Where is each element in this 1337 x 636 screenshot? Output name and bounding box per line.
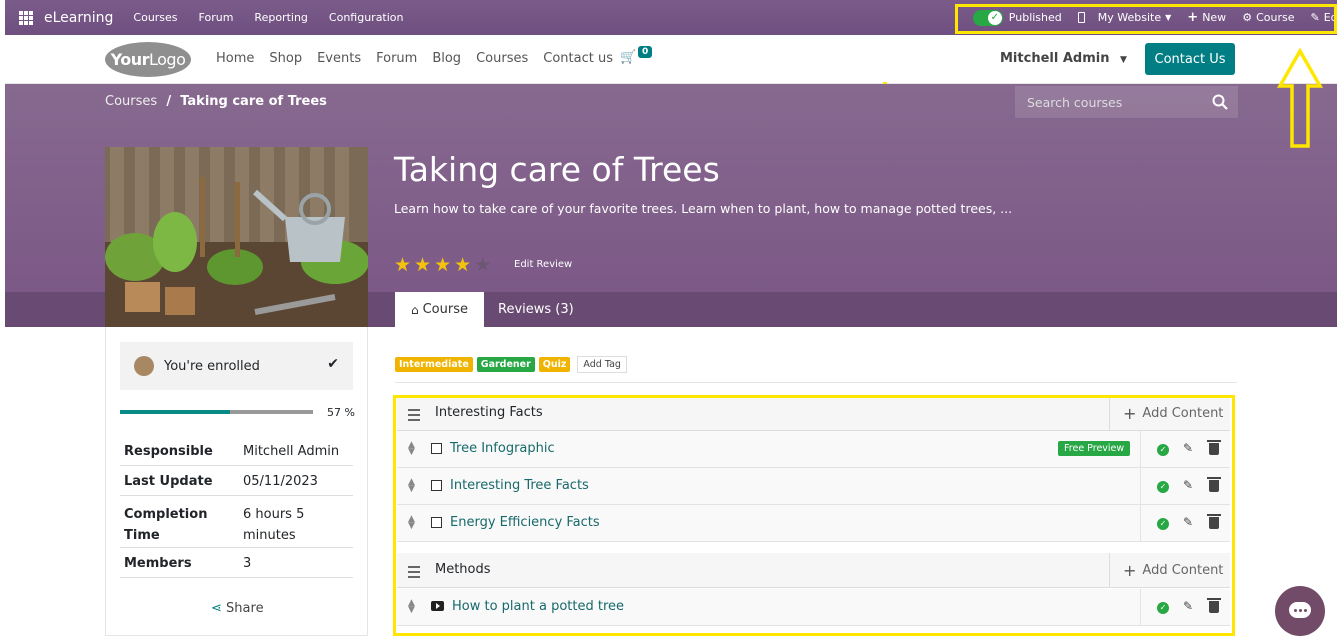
search-placeholder: Search courses <box>1027 94 1123 110</box>
site-logo[interactable]: Your Logo <box>105 42 191 77</box>
tag-quiz: Quiz <box>538 357 571 372</box>
checkmark-icon: ✔ <box>327 356 339 372</box>
share-icon: ⋖ <box>211 601 222 616</box>
enrolled-status: You're enrolled ✔ <box>120 342 353 390</box>
info-row-members: Members 3 <box>120 548 353 578</box>
admin-menu-reporting[interactable]: Reporting <box>254 11 307 24</box>
star-icon: ★ <box>414 254 432 276</box>
info-row-responsible: Responsible Mitchell Admin <box>120 436 353 466</box>
rating-stars: ★ ★ ★ ★ ★ <box>394 256 494 275</box>
star-icon: ★ <box>434 254 452 276</box>
share-label: Share <box>226 601 264 616</box>
info-key: Members <box>124 556 192 571</box>
chat-icon <box>1289 602 1311 618</box>
avatar <box>134 356 154 376</box>
nav-events[interactable]: Events <box>317 51 361 66</box>
website-navbar: Your Logo Home Shop Events Forum Blog Cou… <box>5 35 1337 84</box>
cart-count-badge: 0 <box>638 46 653 58</box>
apps-grid-icon[interactable] <box>19 10 33 25</box>
info-value: 6 hours 5 minutes <box>243 507 305 543</box>
cart-icon: 🛒 <box>620 50 637 65</box>
enrolled-label: You're enrolled <box>164 358 260 374</box>
admin-menu-courses[interactable]: Courses <box>133 11 177 24</box>
divider <box>395 382 1237 383</box>
nav-contact-us[interactable]: Contact us <box>543 51 613 66</box>
share-link[interactable]: ⋖ Share <box>211 601 264 616</box>
live-chat-button[interactable] <box>1275 586 1325 636</box>
logo-text-logo: Logo <box>149 50 186 69</box>
course-cover-image <box>105 147 368 327</box>
info-row-completion-time: Completion Time 6 hours 5 minutes <box>120 496 353 548</box>
nav-links: Home Shop Events Forum Blog Courses Cont… <box>216 51 628 66</box>
highlight-box-admin-actions <box>955 4 1337 34</box>
highlight-box-content-list <box>393 395 1235 636</box>
breadcrumb: Courses / Taking care of Trees <box>105 94 327 109</box>
info-value: Mitchell Admin <box>243 444 340 459</box>
breadcrumb-root[interactable]: Courses <box>105 94 157 109</box>
breadcrumb-current: Taking care of Trees <box>180 94 327 109</box>
app-name[interactable]: eLearning <box>44 10 113 26</box>
tag-gardener: Gardener <box>476 357 535 372</box>
info-row-last-update: Last Update 05/11/2023 <box>120 466 353 496</box>
info-value: 05/11/2023 <box>243 474 318 489</box>
star-icon: ★ <box>394 254 412 276</box>
user-name: Mitchell Admin <box>1000 51 1110 66</box>
info-value: 3 <box>243 556 252 571</box>
progress-bar <box>120 410 313 414</box>
course-description: Learn how to take care of your favorite … <box>394 201 1013 216</box>
annotation-arrow-up-icon <box>1277 48 1323 148</box>
tab-course[interactable]: ⌂ Course <box>395 292 484 327</box>
search-icon[interactable] <box>1212 94 1228 110</box>
course-title: Taking care of Trees <box>394 150 720 189</box>
nav-blog[interactable]: Blog <box>432 51 461 66</box>
info-key: Last Update <box>124 474 213 489</box>
admin-menu-forum[interactable]: Forum <box>199 11 234 24</box>
cart-link[interactable]: 🛒 0 <box>620 46 653 65</box>
nav-home[interactable]: Home <box>216 51 254 66</box>
edit-review-link[interactable]: Edit Review <box>514 259 572 270</box>
star-icon: ★ <box>474 254 492 276</box>
contact-us-button[interactable]: Contact Us <box>1145 43 1235 75</box>
star-icon: ★ <box>454 254 472 276</box>
tab-reviews[interactable]: Reviews (3) <box>498 302 574 317</box>
info-key: Responsible <box>124 444 213 459</box>
info-key: Completion Time <box>124 507 208 543</box>
caret-down-icon: ▼ <box>1119 55 1127 65</box>
progress-label: 57 % <box>327 406 355 419</box>
admin-menu-configuration[interactable]: Configuration <box>329 11 404 24</box>
progress-bar-fill <box>120 410 230 414</box>
user-menu[interactable]: Mitchell Admin ▼ <box>1000 51 1127 66</box>
add-tag-button[interactable]: Add Tag <box>577 356 627 373</box>
tab-course-label: Course <box>422 302 468 317</box>
nav-forum[interactable]: Forum <box>376 51 417 66</box>
nav-courses[interactable]: Courses <box>476 51 528 66</box>
home-icon: ⌂ <box>410 302 419 317</box>
tag-intermediate: Intermediate <box>395 357 473 372</box>
logo-text-your: Your <box>110 50 150 69</box>
course-tags: Intermediate Gardener Quiz Add Tag <box>395 356 627 373</box>
nav-shop[interactable]: Shop <box>269 51 302 66</box>
breadcrumb-separator: / <box>166 94 172 109</box>
search-courses-input[interactable]: Search courses <box>1015 86 1238 118</box>
